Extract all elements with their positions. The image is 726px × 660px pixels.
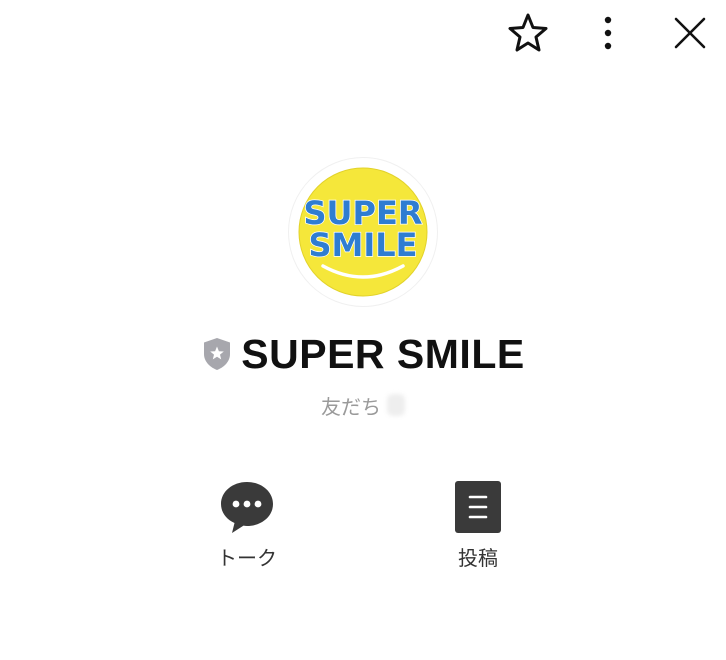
- super-smile-logo: SUPER SMILE: [298, 167, 428, 297]
- chat-bubble-icon: [221, 482, 273, 533]
- profile-avatar[interactable]: SUPER SMILE: [288, 157, 438, 307]
- account-profile-page: SUPER SMILE SUPER SMILE 友だち トーク 投稿: [0, 0, 726, 660]
- account-name: SUPER SMILE: [241, 330, 525, 377]
- friends-label: 友だち: [321, 394, 381, 419]
- account-name-row: SUPER SMILE: [0, 328, 726, 380]
- talk-button[interactable]: トーク: [192, 478, 302, 578]
- posts-label: 投稿: [458, 546, 498, 570]
- close-button[interactable]: [667, 10, 713, 56]
- more-options-button[interactable]: [585, 10, 631, 56]
- close-icon: [674, 17, 706, 49]
- posts-button[interactable]: 投稿: [423, 478, 533, 578]
- friends-count-redacted: [387, 394, 405, 416]
- posts-icon: [455, 481, 501, 533]
- more-vertical-icon: [604, 16, 612, 50]
- star-icon: [508, 13, 548, 52]
- friends-row: 友だち: [0, 390, 726, 420]
- talk-label: トーク: [217, 546, 277, 570]
- shield-star-icon: [204, 338, 231, 370]
- logo-text-line2: SMILE: [308, 226, 417, 264]
- favorite-button[interactable]: [505, 10, 551, 56]
